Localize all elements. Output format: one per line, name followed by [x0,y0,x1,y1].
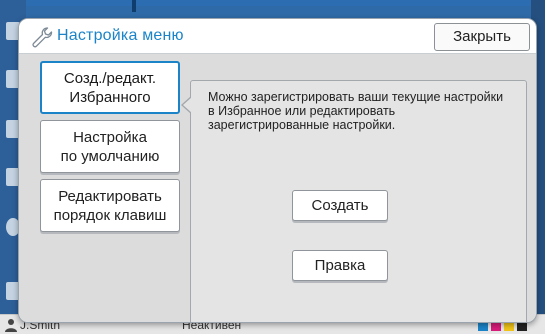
content-panel: Можно зарегистрировать ваши текущие наст… [190,80,527,322]
dialog-header: Настройка меню Закрыть [19,19,536,54]
key-order-button[interactable]: Редактировать порядок клавиш [40,179,180,232]
button-label-line: Созд./редакт. [63,69,157,87]
edit-button[interactable]: Правка [292,250,388,281]
menu-settings-dialog: Настройка меню Закрыть Созд./редакт. Изб… [18,18,537,323]
user-icon [5,319,17,332]
description-text: Можно зарегистрировать ваши текущие наст… [208,90,504,132]
create-button[interactable]: Создать [292,190,388,221]
button-label-line: Редактировать [58,187,162,205]
selection-pointer-fill [183,97,192,113]
wrench-icon [32,27,53,48]
button-label-line: Настройка [73,128,147,146]
default-settings-button[interactable]: Настройка по умолчанию [40,120,180,173]
dialog-title: Настройка меню [57,27,184,44]
background-top-bar [26,0,545,6]
dialog-body: Созд./редакт. Избранного Настройка по ум… [19,54,536,322]
button-label-line: Избранного [69,88,151,106]
favorites-edit-button[interactable]: Созд./редакт. Избранного [40,61,180,114]
close-button[interactable]: Закрыть [434,23,530,51]
background-divider [132,0,136,12]
button-label-line: по умолчанию [60,147,160,165]
button-label-line: порядок клавиш [53,206,167,224]
